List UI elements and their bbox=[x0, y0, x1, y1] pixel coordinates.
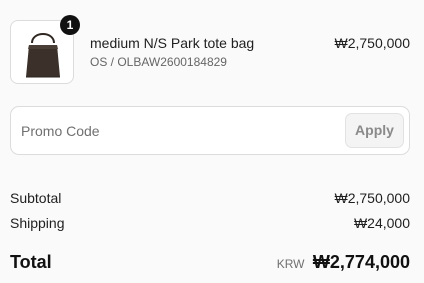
tote-bag-image bbox=[26, 33, 60, 78]
apply-button[interactable]: Apply bbox=[345, 113, 404, 148]
product-variant: OS / OLBAW2600184829 bbox=[90, 55, 227, 69]
total-row: Total KRW ₩2,774,000 bbox=[10, 250, 410, 276]
product-name: medium N/S Park tote bag bbox=[90, 35, 255, 51]
order-summary: 1 medium N/S Park tote bag OS / OLBAW260… bbox=[0, 0, 424, 283]
product-thumbnail: 1 bbox=[10, 15, 80, 84]
subtotal-label: Subtotal bbox=[10, 190, 62, 206]
product-price: ₩2,750,000 bbox=[334, 35, 411, 51]
total-label: Total bbox=[10, 252, 52, 272]
total-value: ₩2,774,000 bbox=[312, 252, 410, 272]
shipping-value: ₩24,000 bbox=[353, 215, 410, 231]
shipping-label: Shipping bbox=[10, 215, 65, 231]
currency-code: KRW bbox=[276, 257, 305, 271]
quantity-badge: 1 bbox=[60, 15, 80, 35]
total-amount-group: KRW ₩2,774,000 bbox=[277, 252, 410, 273]
subtotal-value: ₩2,750,000 bbox=[334, 190, 411, 206]
promo-code-box: Apply bbox=[10, 106, 410, 155]
shipping-row: Shipping ₩24,000 bbox=[10, 215, 410, 235]
cart-line-item: 1 medium N/S Park tote bag OS / OLBAW260… bbox=[10, 15, 411, 86]
subtotal-row: Subtotal ₩2,750,000 bbox=[10, 190, 410, 210]
promo-code-input[interactable] bbox=[21, 115, 341, 146]
